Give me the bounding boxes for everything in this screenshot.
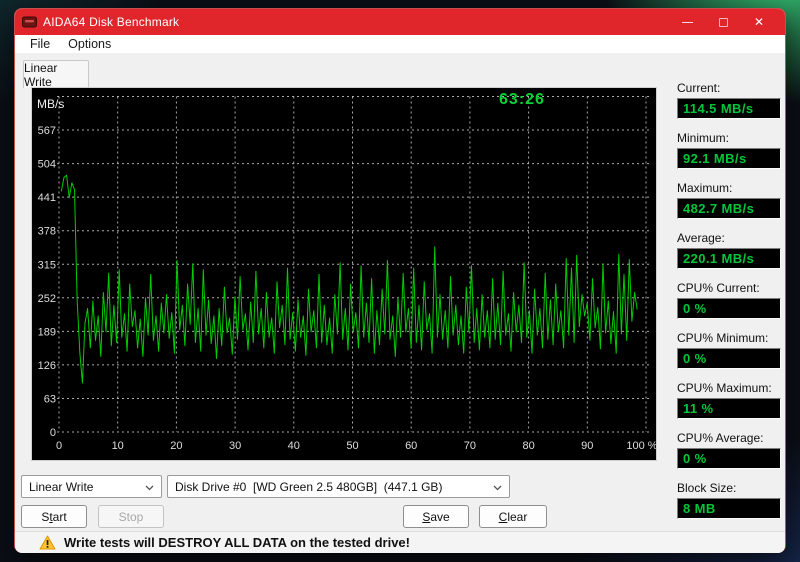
tab-linear-write[interactable]: Linear Write <box>23 60 89 89</box>
svg-text:252: 252 <box>38 293 56 305</box>
stat-average: Average: 220.1 MB/s <box>677 231 781 269</box>
close-icon: ✕ <box>753 15 765 29</box>
minimize-icon <box>681 21 693 23</box>
menu-bar: File Options <box>15 35 785 54</box>
desktop-background: AIDA64 Disk Benchmark ✕ File Options Lin… <box>0 0 800 562</box>
svg-text:10: 10 <box>112 440 124 452</box>
stat-label: Minimum: <box>677 131 730 145</box>
svg-text:504: 504 <box>38 159 56 171</box>
stat-value: 220.1 MB/s <box>677 248 781 269</box>
app-icon <box>22 16 37 29</box>
stat-cpu-average: CPU% Average: 0 % <box>677 431 781 469</box>
stat-cpu-current: CPU% Current: 0 % <box>677 281 781 319</box>
stat-block-size: Block Size: 8 MB <box>677 481 781 519</box>
elapsed-time: 63:26 <box>499 91 545 108</box>
svg-text:441: 441 <box>38 192 56 204</box>
svg-text:90: 90 <box>581 440 593 452</box>
stat-label: Current: <box>677 81 721 95</box>
maximize-icon <box>718 17 728 27</box>
stat-value: 0 % <box>677 298 781 319</box>
window-title: AIDA64 Disk Benchmark <box>43 15 180 29</box>
stat-current: Current: 114.5 MB/s <box>677 81 781 119</box>
tab-label: Linear Write <box>24 60 58 89</box>
stat-minimum: Minimum: 92.1 MB/s <box>677 131 781 169</box>
svg-text:100 %: 100 % <box>626 440 657 452</box>
stat-label: Average: <box>677 231 725 245</box>
chevron-down-icon <box>493 485 502 491</box>
test-type-value: Linear Write <box>29 479 94 494</box>
stats-panel: Current: 114.5 MB/s Minimum: 92.1 MB/s M… <box>677 81 781 531</box>
app-window: AIDA64 Disk Benchmark ✕ File Options Lin… <box>14 8 786 553</box>
svg-text:MB/s: MB/s <box>37 97 64 111</box>
stat-value: 8 MB <box>677 498 781 519</box>
stat-cpu-maximum: CPU% Maximum: 11 % <box>677 381 781 419</box>
stat-cpu-minimum: CPU% Minimum: 0 % <box>677 331 781 369</box>
benchmark-chart: 567 504 441 378 315 252 189 126 63 0 0 10 20 30 40 50 60… <box>31 87 658 461</box>
maximize-button[interactable] <box>705 9 741 35</box>
stat-label: CPU% Average: <box>677 431 764 445</box>
svg-text:30: 30 <box>229 440 241 452</box>
stat-value: 114.5 MB/s <box>677 98 781 119</box>
stat-maximum: Maximum: 482.7 MB/s <box>677 181 781 219</box>
stat-value: 0 % <box>677 348 781 369</box>
stat-value: 92.1 MB/s <box>677 148 781 169</box>
drive-value: Disk Drive #0 [WD Green 2.5 480GB] (447.… <box>175 479 443 494</box>
svg-text:315: 315 <box>38 259 56 271</box>
drive-select[interactable]: Disk Drive #0 [WD Green 2.5 480GB] (447.… <box>167 475 510 498</box>
menu-file[interactable]: File <box>23 37 57 51</box>
minimize-button[interactable] <box>669 9 705 35</box>
svg-text:567: 567 <box>38 125 56 137</box>
stop-button[interactable]: Stop <box>98 505 164 528</box>
stat-label: CPU% Maximum: <box>677 381 772 395</box>
throughput-plot: 567 504 441 378 315 252 189 126 63 00 10 20 30 40 50 60… <box>37 96 658 452</box>
stat-value: 0 % <box>677 448 781 469</box>
svg-text:80: 80 <box>522 440 534 452</box>
svg-text:63: 63 <box>44 393 56 405</box>
warning-icon <box>39 535 56 550</box>
stat-label: CPU% Current: <box>677 281 760 295</box>
close-button[interactable]: ✕ <box>741 9 777 35</box>
warning-text: Write tests will DESTROY ALL DATA on the… <box>64 535 410 550</box>
svg-text:50: 50 <box>346 440 358 452</box>
test-type-select[interactable]: Linear Write <box>21 475 162 498</box>
status-bar: Write tests will DESTROY ALL DATA on the… <box>15 531 785 553</box>
svg-text:0: 0 <box>56 440 62 452</box>
clear-button[interactable]: Clear <box>479 505 547 528</box>
stat-label: Block Size: <box>677 481 737 495</box>
svg-text:70: 70 <box>464 440 476 452</box>
stat-label: CPU% Minimum: <box>677 331 769 345</box>
svg-text:40: 40 <box>288 440 300 452</box>
window-controls: ✕ <box>669 9 777 35</box>
svg-text:378: 378 <box>38 226 56 238</box>
stat-label: Maximum: <box>677 181 733 195</box>
svg-text:189: 189 <box>38 326 56 338</box>
titlebar[interactable]: AIDA64 Disk Benchmark ✕ <box>15 9 785 35</box>
svg-text:126: 126 <box>38 360 56 372</box>
start-button[interactable]: Start <box>21 505 87 528</box>
stat-value: 11 % <box>677 398 781 419</box>
menu-options[interactable]: Options <box>61 37 118 51</box>
stat-value: 482.7 MB/s <box>677 198 781 219</box>
svg-text:60: 60 <box>405 440 417 452</box>
save-button[interactable]: Save <box>403 505 469 528</box>
chevron-down-icon <box>145 485 154 491</box>
svg-text:20: 20 <box>170 440 182 452</box>
svg-text:0: 0 <box>50 427 56 439</box>
